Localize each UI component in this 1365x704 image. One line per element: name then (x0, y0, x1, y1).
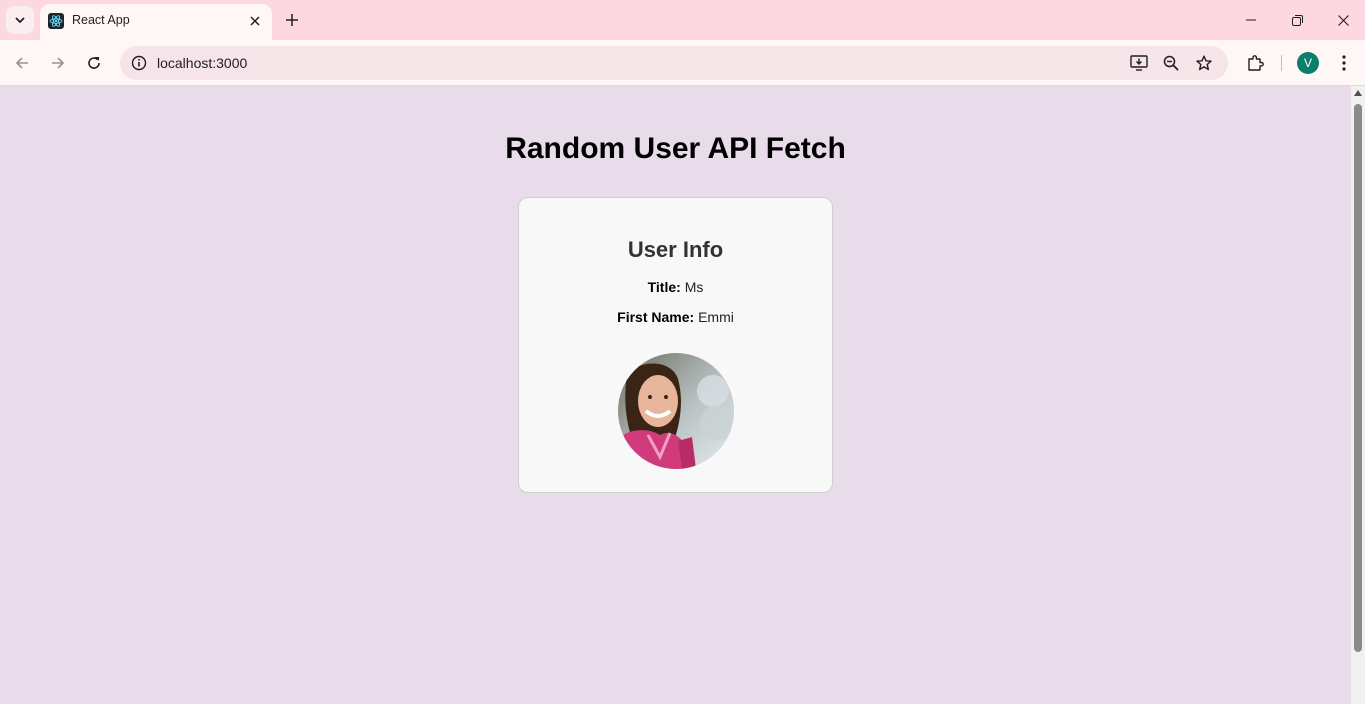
forward-icon (52, 57, 65, 69)
title-field: Title: Ms (519, 279, 832, 295)
reload-icon (88, 57, 100, 69)
bookmark-button[interactable] (1193, 52, 1215, 74)
tab-title: React App (72, 13, 130, 27)
close-tab-button[interactable] (246, 12, 264, 30)
first-name-value: Emmi (698, 309, 734, 325)
zoom-button[interactable] (1160, 52, 1182, 74)
restore-button[interactable] (1274, 0, 1320, 40)
user-portrait (618, 353, 734, 469)
close-icon (250, 16, 260, 26)
scroll-up-arrow-icon[interactable] (1354, 90, 1362, 96)
restore-icon (1291, 14, 1303, 26)
title-label: Title: (647, 279, 681, 295)
minimize-button[interactable] (1228, 0, 1274, 40)
browser-menu-button[interactable] (1332, 50, 1356, 76)
toolbar-divider (1281, 55, 1282, 71)
minimize-icon (1246, 19, 1256, 21)
extensions-button[interactable] (1242, 50, 1268, 76)
page-title: Random User API Fetch (505, 132, 846, 165)
profile-avatar[interactable]: V (1297, 52, 1319, 74)
browser-toolbar: localhost:3000 V (0, 40, 1365, 86)
install-app-button[interactable] (1128, 52, 1150, 74)
tab-strip: React App (0, 0, 1365, 40)
address-bar[interactable]: localhost:3000 (120, 46, 1228, 80)
card-title: User Info (627, 237, 724, 262)
user-info-card: User Info Title: Ms First Name: Emmi (518, 197, 833, 493)
title-value: Ms (684, 279, 704, 295)
install-app-icon (1130, 55, 1148, 71)
close-icon (1337, 14, 1349, 26)
tab-react-app[interactable]: React App (40, 4, 272, 40)
bookmark-star-icon (1196, 55, 1212, 71)
more-icon (1342, 55, 1346, 71)
reload-button[interactable] (80, 49, 108, 77)
new-tab-button[interactable] (280, 8, 304, 32)
first-name-label: First Name: (617, 309, 695, 325)
chevron-down-icon (15, 17, 25, 24)
back-icon (15, 57, 28, 69)
scroll-thumb[interactable] (1354, 104, 1362, 652)
site-info-icon (131, 55, 147, 71)
url-text: localhost:3000 (157, 55, 248, 71)
page-viewport: Random User API Fetch User Info Title: M… (0, 86, 1351, 704)
forward-button[interactable] (44, 49, 72, 77)
site-info-button[interactable] (128, 52, 150, 74)
react-icon (48, 13, 64, 29)
tab-search-button[interactable] (6, 6, 34, 34)
zoom-icon (1163, 55, 1179, 71)
extensions-icon (1248, 55, 1264, 71)
page-scrollbar[interactable] (1351, 86, 1365, 704)
close-window-button[interactable] (1320, 0, 1365, 40)
plus-icon (286, 14, 298, 26)
back-button[interactable] (8, 49, 36, 77)
first-name-field: First Name: Emmi (519, 309, 832, 325)
